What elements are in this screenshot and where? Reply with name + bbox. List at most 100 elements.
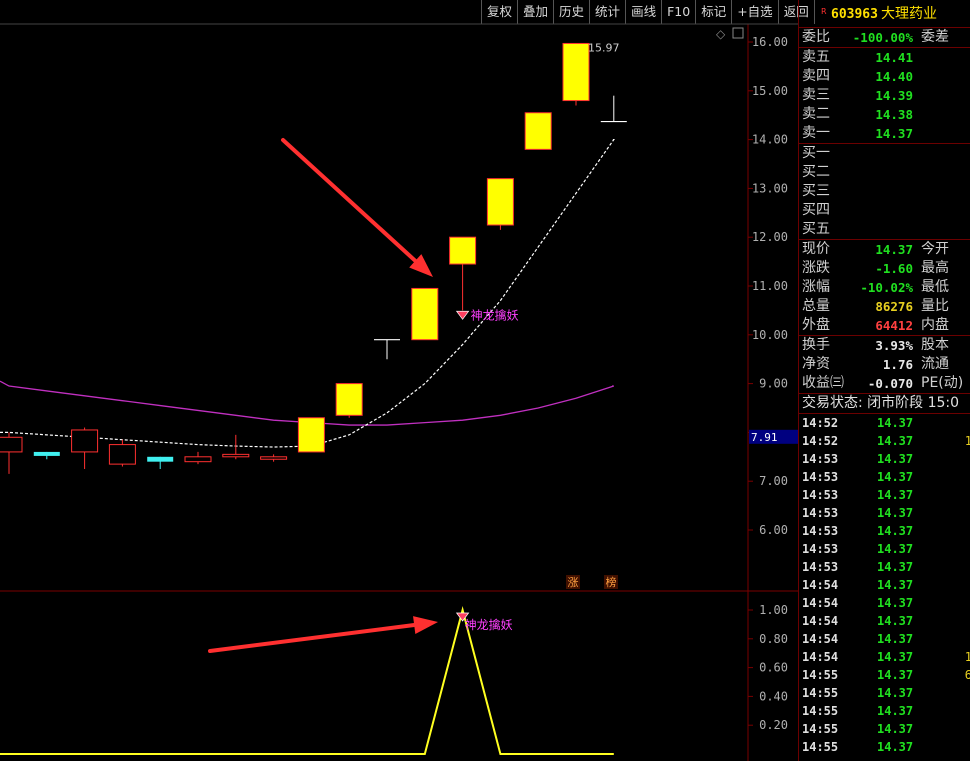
fin-label: 换手: [802, 337, 830, 353]
ask-row: 卖三 14.39: [799, 86, 970, 105]
tick-row: 14:53 14.37: [799, 468, 970, 486]
stat-row: 总量 86276 量比: [799, 297, 970, 316]
tick-row: 14:55 14.37: [799, 738, 970, 756]
wei-cha-label: 委差: [921, 29, 949, 45]
ask-price: 14.39: [875, 88, 913, 103]
fin-value: 1.76: [882, 357, 913, 372]
tick-price: 14.37: [877, 578, 914, 592]
fin-label: 收益㈢: [802, 375, 844, 391]
tick-row: 14:53 14.37: [799, 450, 970, 468]
stat-row: 涨幅 -10.02% 最低: [799, 278, 970, 297]
quote-panel: R 603963 大理药业 委比 -100.00% 委差 卖五 14.41 卖四 14.…: [798, 0, 970, 761]
tick-volume: 1: [964, 434, 970, 448]
bid-label: 买四: [802, 202, 830, 218]
tick-time: 14:52: [802, 434, 839, 448]
indicator-signal-label: 神龙擒妖: [465, 617, 513, 632]
stat-label: 涨跌: [802, 260, 830, 276]
kline-chart-area[interactable]: 复权 叠加 历史 统计 画线 F10 标记 +自选 返回 16.00 15.00 14.00 13.0…: [0, 0, 815, 761]
tick-price: 14.37: [877, 668, 914, 682]
tick-price: 14.37: [877, 596, 914, 610]
ind-tick-label: 0.40: [759, 689, 788, 703]
tick-price: 14.37: [877, 542, 914, 556]
bid-label: 买一: [802, 145, 830, 161]
stat-label: 现价: [802, 241, 830, 257]
stock-code[interactable]: 603963: [831, 7, 878, 22]
price-tick-label: 9.00: [759, 377, 788, 391]
tick-price: 14.37: [877, 650, 914, 664]
tick-time: 14:54: [802, 632, 839, 646]
tick-time: 14:53: [802, 560, 839, 574]
price-tick-label: 11.00: [752, 279, 788, 293]
tick-price: 14.37: [877, 722, 914, 736]
stat-value: 14.37: [875, 242, 913, 257]
tick-list[interactable]: 14:52 14.37 14:52 14.37 1 14:53 14.37 14:53 14.3…: [799, 414, 970, 756]
tick-row: 14:53 14.37: [799, 522, 970, 540]
stat-value: 86276: [875, 299, 913, 314]
high-label: 15.97: [588, 41, 620, 54]
tick-row: 14:52 14.37 1: [799, 432, 970, 450]
signal-label: 神龙擒妖: [471, 307, 519, 322]
tick-price: 14.37: [877, 524, 914, 538]
annotation-arrow-main-shaft: [281, 138, 418, 263]
ask-list: 卖五 14.41 卖四 14.40 卖三 14.39 卖二 14.38 卖一 14.37: [799, 48, 970, 144]
price-tick-label: 14.00: [752, 133, 788, 147]
tick-time: 14:55: [802, 722, 839, 736]
rzrq-mark: R: [821, 7, 827, 16]
ind-tick-label: 0.80: [759, 632, 788, 646]
current-marker-label: 7.91: [751, 431, 778, 444]
stat-value: -1.60: [875, 261, 913, 276]
fin-list: 换手 3.93% 股本 净资 1.76 流通 收益㈢ -0.070 PE(动): [799, 336, 970, 394]
tick-price: 14.37: [877, 614, 914, 628]
tick-price: 14.37: [877, 452, 914, 466]
tick-row: 14:55 14.37: [799, 720, 970, 738]
tick-time: 14:55: [802, 740, 839, 754]
stat-label2: 量比: [921, 298, 949, 314]
candle-body: [147, 456, 174, 462]
ask-row: 卖四 14.40: [799, 67, 970, 86]
stat-row: 现价 14.37 今开: [799, 240, 970, 259]
ask-label: 卖三: [802, 87, 830, 103]
candle-body: [33, 451, 60, 456]
tag-label: 榜: [606, 575, 617, 589]
stat-row: 涨跌 -1.60 最高: [799, 259, 970, 278]
ind-tick-label: 1.00: [759, 603, 788, 617]
wei-bi-row: 委比 -100.00% 委差: [799, 28, 970, 48]
bid-row: 买二: [799, 163, 970, 182]
candle-body: [297, 417, 325, 453]
stat-label: 涨幅: [802, 279, 830, 295]
ask-row: 卖五 14.41: [799, 48, 970, 67]
bid-label: 买二: [802, 164, 830, 180]
tick-volume: 6: [964, 668, 970, 682]
wei-bi-label: 委比: [802, 29, 830, 45]
tick-time: 14:54: [802, 650, 839, 664]
price-tick-label: 16.00: [752, 35, 788, 49]
tick-row: 14:55 14.37: [799, 702, 970, 720]
signal-gem-icon: [455, 310, 470, 320]
tick-price: 14.37: [877, 434, 914, 448]
tick-time: 14:53: [802, 470, 839, 484]
bid-row: 买四: [799, 201, 970, 220]
wei-bi-value: -100.00%: [852, 30, 913, 45]
kline-chart-svg[interactable]: 16.00 15.00 14.00 13.00 12.00 11.00 10.00 9.00 7…: [0, 0, 798, 761]
tick-price: 14.37: [877, 686, 914, 700]
stat-row: 外盘 64412 内盘: [799, 316, 970, 335]
candle-body: [71, 429, 99, 453]
ask-label: 卖五: [802, 49, 830, 65]
candle-body: [184, 456, 212, 463]
ask-label: 卖一: [802, 125, 830, 141]
stock-name[interactable]: 大理药业: [881, 6, 937, 22]
tick-price: 14.37: [877, 704, 914, 718]
tick-row: 14:54 14.37: [799, 594, 970, 612]
ma-white-line: [0, 139, 615, 448]
stat-label: 外盘: [802, 317, 830, 333]
tick-row: 14:52 14.37: [799, 414, 970, 432]
tick-price: 14.37: [877, 488, 914, 502]
trade-status-row: 交易状态: 闭市阶段 15:0: [799, 394, 970, 414]
indicator-line: [0, 606, 614, 755]
tick-time: 14:54: [802, 578, 839, 592]
ask-label: 卖四: [802, 68, 830, 84]
tick-row: 14:53 14.37: [799, 540, 970, 558]
fin-value: -0.070: [867, 376, 913, 391]
tick-time: 14:53: [802, 506, 839, 520]
bid-label: 买三: [802, 183, 830, 199]
